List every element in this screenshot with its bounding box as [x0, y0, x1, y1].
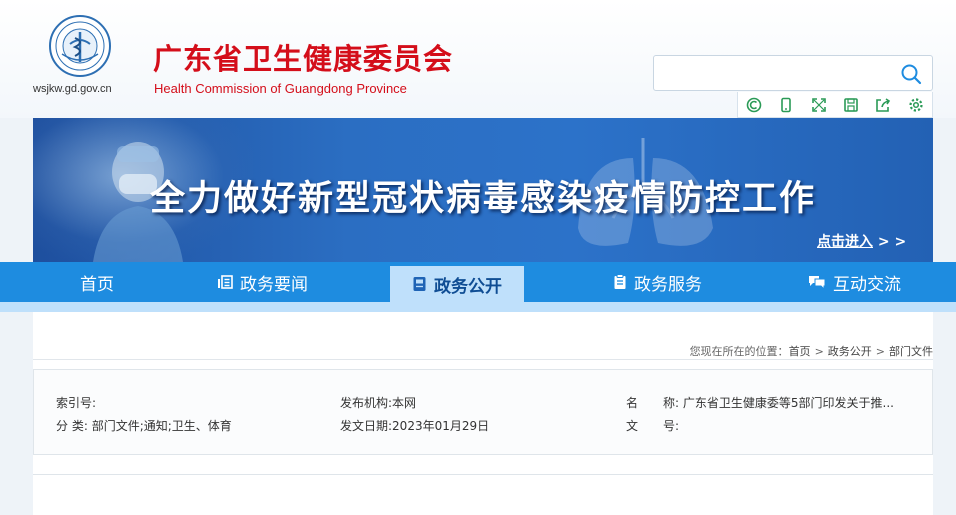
- meta-category-value: 部门文件;通知;卫生、体育: [91, 419, 232, 433]
- banner-enter-link[interactable]: 点击进入 > >: [817, 231, 906, 251]
- nav-item-news[interactable]: 政务要闻: [190, 262, 335, 302]
- meta-date: 发文日期:2023年01月29日: [340, 417, 489, 434]
- nav-item-home[interactable]: 首页: [35, 262, 159, 302]
- meta-title-label-a: 名: [626, 396, 639, 410]
- meta-publisher-value: 本网: [392, 396, 417, 410]
- search-button[interactable]: [898, 62, 924, 86]
- mobile-button[interactable]: [770, 92, 802, 118]
- article-body: [33, 474, 933, 515]
- settings-button[interactable]: [900, 92, 932, 118]
- share-icon: [876, 98, 891, 112]
- nav-label-service: 政务服务: [634, 274, 702, 295]
- nav-item-disclosure[interactable]: 政务公开: [390, 266, 524, 302]
- site-domain: wsjkw.gd.gov.cn: [33, 83, 112, 95]
- meta-title-label-b: 称:: [663, 396, 680, 410]
- org-name-cn[interactable]: 广东省卫生健康委员会: [153, 36, 453, 78]
- meta-category: 分 类: 部门文件;通知;卫生、体育: [56, 417, 232, 434]
- settings-icon: [909, 98, 923, 112]
- breadcrumb-separator: >: [875, 345, 885, 358]
- health-commission-emblem-icon[interactable]: [48, 14, 112, 78]
- accessibility-button[interactable]: [738, 92, 770, 118]
- breadcrumb: 您现在所在的位置：首页 > 政务公开 > 部门文件: [690, 343, 933, 359]
- meta-title: 名 称: 广东省卫生健康委等5部门印发关于推...: [626, 394, 894, 411]
- hero-banner[interactable]: 全力做好新型冠状病毒感染疫情防控工作 点击进入 > >: [33, 118, 933, 262]
- banner-link-text: 点击进入: [817, 234, 873, 250]
- meta-publisher-label: 发布机构:: [340, 396, 393, 410]
- nav-label-home: 首页: [80, 274, 114, 295]
- search-box: [653, 55, 933, 91]
- save-button[interactable]: [835, 92, 867, 118]
- service-icon: [614, 274, 626, 289]
- breadcrumb-department-docs[interactable]: 部门文件: [889, 345, 933, 358]
- breadcrumb-disclosure[interactable]: 政务公开: [828, 345, 872, 358]
- search-icon: [901, 64, 922, 85]
- breadcrumb-home[interactable]: 首页: [789, 345, 811, 358]
- main-content: 您现在所在的位置：首页 > 政务公开 > 部门文件 索引号: 分 类: 部门文件;通知;…: [33, 312, 933, 515]
- breadcrumb-separator: >: [814, 345, 824, 358]
- main-nav: 首页 政务要闻 政务公开 政务服务 互动交流: [0, 262, 956, 302]
- news-icon: [218, 275, 233, 289]
- meta-docno-label-b: 号:: [663, 419, 680, 433]
- accessibility-icon: [746, 97, 762, 113]
- meta-date-label: 发文日期:: [340, 419, 393, 433]
- mobile-icon: [781, 97, 792, 113]
- disclosure-icon: [413, 277, 426, 291]
- meta-title-value: 广东省卫生健康委等5部门印发关于推...: [682, 396, 894, 410]
- meta-docno-label-a: 文: [626, 419, 639, 433]
- save-icon: [844, 98, 858, 112]
- content-divider: [33, 359, 933, 360]
- meta-doc-number: 文 号:: [626, 417, 679, 434]
- meta-date-value: 2023年01月29日: [392, 419, 490, 433]
- banner-link-arrows: > >: [877, 234, 907, 250]
- banner-title: 全力做好新型冠状病毒感染疫情防控工作: [149, 179, 816, 219]
- document-meta-table: 索引号: 分 类: 部门文件;通知;卫生、体育 发布机构:本网 发文日期:202…: [33, 369, 933, 455]
- org-name-en: Health Commission of Guangdong Province: [154, 81, 407, 96]
- fullscreen-button[interactable]: [803, 92, 835, 118]
- nav-item-interaction[interactable]: 互动交流: [787, 262, 922, 302]
- share-button[interactable]: [867, 92, 899, 118]
- interaction-icon: [809, 276, 826, 290]
- nav-label-news: 政务要闻: [240, 274, 308, 295]
- nav-item-service[interactable]: 政务服务: [590, 262, 725, 302]
- meta-publisher: 发布机构:本网: [340, 394, 416, 411]
- nav-label-disclosure: 政务公开: [434, 276, 502, 297]
- meta-category-label: 分 类:: [56, 419, 88, 433]
- nav-underline-strip: [0, 302, 956, 312]
- site-header: wsjkw.gd.gov.cn 广东省卫生健康委员会 Health Commis…: [0, 0, 956, 118]
- fullscreen-icon: [812, 98, 826, 112]
- breadcrumb-prefix: 您现在所在的位置：: [689, 345, 789, 358]
- toolbar: [737, 92, 933, 118]
- meta-index-label: 索引号:: [56, 396, 97, 410]
- search-input[interactable]: [662, 62, 887, 86]
- nav-label-interaction: 互动交流: [833, 274, 901, 295]
- meta-index: 索引号:: [56, 394, 96, 411]
